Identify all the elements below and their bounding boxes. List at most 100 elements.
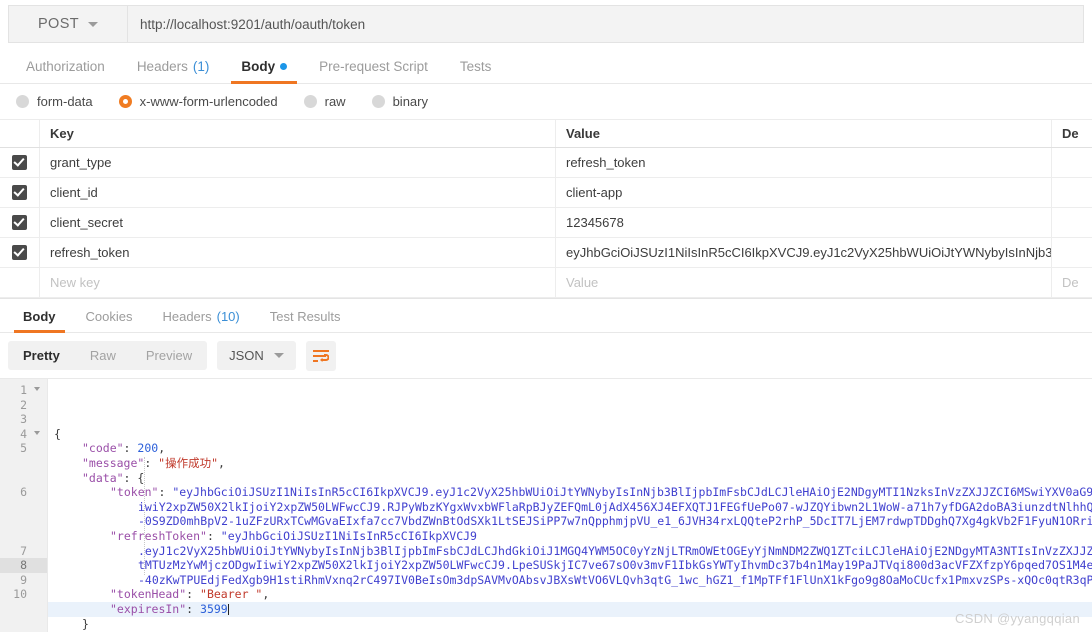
- row-checkbox[interactable]: [12, 245, 27, 260]
- row-checkbox-cell: [0, 238, 40, 267]
- response-tab-test-results[interactable]: Test Results: [255, 309, 356, 332]
- row-key-input[interactable]: grant_type: [40, 148, 556, 177]
- request-tab-pre-request-script[interactable]: Pre-request Script: [303, 59, 444, 83]
- body-type-label: x-www-form-urlencoded: [139, 94, 278, 109]
- view-mode-pretty[interactable]: Pretty: [8, 341, 75, 370]
- column-header-description[interactable]: De: [1052, 120, 1092, 147]
- row-checkbox[interactable]: [12, 155, 27, 170]
- line-number-continuation: [0, 514, 47, 529]
- chevron-down-icon: [88, 21, 99, 27]
- row-value-input[interactable]: 12345678: [556, 208, 1052, 237]
- language-label: JSON: [229, 348, 264, 363]
- row-checkbox-cell: [0, 148, 40, 177]
- row-description-input[interactable]: [1052, 238, 1092, 267]
- row-value-input[interactable]: eyJhbGciOiJSUzI1NiIsInR5cCI6IkpXVCJ9.eyJ…: [556, 238, 1052, 267]
- code-line: "tokenHead": "Bearer ",: [48, 587, 1092, 602]
- response-format-bar: Pretty Raw Preview JSON: [0, 333, 1092, 378]
- body-type-raw[interactable]: raw: [303, 94, 346, 109]
- body-type-label: raw: [324, 94, 346, 109]
- table-row: refresh_token eyJhbGciOiJSUzI1NiIsInR5cCI…: [0, 238, 1092, 268]
- code-token: "expiresIn": [110, 601, 187, 616]
- response-tab-body[interactable]: Body: [8, 309, 71, 333]
- request-tab-tests[interactable]: Tests: [444, 59, 508, 83]
- response-tab-headers[interactable]: Headers (10): [147, 309, 254, 332]
- table-new-row: New key Value De: [0, 268, 1092, 298]
- fold-arrow-icon[interactable]: [34, 430, 40, 435]
- code-line: "code": 200,: [48, 441, 1092, 456]
- radio-icon: [118, 95, 132, 108]
- new-description-input[interactable]: De: [1052, 268, 1092, 297]
- row-checkbox-cell: [0, 208, 40, 237]
- line-number: 1: [0, 383, 47, 398]
- table-row: client_secret 12345678: [0, 208, 1092, 238]
- code-token: "message": [82, 455, 145, 470]
- body-type-x-www-form-urlencoded[interactable]: x-www-form-urlencoded: [118, 94, 278, 109]
- line-number: 3: [20, 412, 27, 427]
- row-description-input[interactable]: [1052, 148, 1092, 177]
- code-line: }: [48, 617, 1092, 632]
- view-mode-preview[interactable]: Preview: [131, 341, 207, 370]
- column-header-key[interactable]: Key: [40, 120, 556, 147]
- response-tab-cookies[interactable]: Cookies: [71, 309, 148, 332]
- unsaved-dot-icon: [280, 63, 288, 70]
- code-token: ,: [262, 587, 270, 602]
- code-token: :: [123, 441, 138, 456]
- chevron-down-icon: [273, 353, 284, 358]
- row-key-input[interactable]: refresh_token: [40, 238, 556, 267]
- word-wrap-icon[interactable]: [305, 340, 336, 371]
- row-checkbox[interactable]: [12, 215, 27, 230]
- row-checkbox[interactable]: [12, 185, 27, 200]
- code-token: :: [186, 601, 201, 616]
- response-tabs: Body Cookies Headers (10) Test Results: [0, 299, 1092, 333]
- http-method-selector[interactable]: POST: [8, 5, 128, 43]
- radio-icon: [16, 95, 29, 108]
- response-body-editor[interactable]: 1 2 3 4 5 6 7 8 9 10 {"code": 200, "message": "操作成…: [0, 378, 1092, 632]
- code-token: :: [206, 528, 221, 543]
- row-description-input[interactable]: [1052, 178, 1092, 207]
- row-description-input[interactable]: [1052, 208, 1092, 237]
- fold-arrow-icon[interactable]: [34, 387, 40, 391]
- new-value-input[interactable]: Value: [556, 268, 1052, 297]
- new-key-input[interactable]: New key: [40, 268, 556, 297]
- request-tab-body[interactable]: Body: [225, 59, 303, 84]
- text-cursor: [227, 603, 229, 615]
- tab-count: (1): [192, 59, 210, 74]
- code-token: : {: [123, 470, 145, 485]
- view-mode-raw[interactable]: Raw: [75, 341, 131, 370]
- line-number: 9: [20, 572, 27, 587]
- column-header-value[interactable]: Value: [556, 120, 1052, 147]
- http-method-label: POST: [37, 16, 80, 32]
- tab-count: (10): [216, 309, 240, 324]
- code-line: "expiresIn": 3599: [48, 601, 1092, 617]
- request-tab-headers[interactable]: Headers (1): [121, 59, 226, 83]
- url-bar: POST http://localhost:9201/auth/oauth/to…: [0, 0, 1092, 43]
- body-type-form-data[interactable]: form-data: [16, 94, 93, 109]
- editor-code-area[interactable]: {"code": 200, "message": "操作成功", "data": {…: [48, 379, 1092, 632]
- radio-icon: [303, 95, 317, 108]
- row-value-input[interactable]: refresh_token: [556, 148, 1052, 177]
- row-key-input[interactable]: client_secret: [40, 208, 556, 237]
- language-dropdown[interactable]: JSON: [217, 341, 296, 370]
- line-number: 8: [0, 558, 47, 573]
- line-number: 2: [20, 397, 27, 412]
- code-token: :: [186, 587, 201, 602]
- tab-label: Cookies: [85, 309, 133, 324]
- body-type-binary[interactable]: binary: [371, 94, 428, 109]
- code-token: 200: [137, 441, 159, 456]
- line-number: 10: [13, 587, 27, 602]
- word-wrap-glyph: [312, 349, 329, 362]
- code-token: "refreshToken": [110, 528, 207, 543]
- url-input[interactable]: http://localhost:9201/auth/oauth/token: [128, 5, 1084, 43]
- code-token: ,: [218, 455, 225, 470]
- row-value-input[interactable]: client-app: [556, 178, 1052, 207]
- request-tab-authorization[interactable]: Authorization: [10, 59, 121, 83]
- postman-window: POST http://localhost:9201/auth/oauth/to…: [0, 0, 1092, 632]
- row-key-input[interactable]: client_id: [40, 178, 556, 207]
- body-type-label: binary: [392, 94, 428, 109]
- code-token: "code": [82, 441, 124, 456]
- line-number-continuation: [0, 456, 47, 471]
- view-mode-group: Pretty Raw Preview: [8, 341, 208, 370]
- tab-label: Test Results: [269, 309, 341, 324]
- tab-label: Tests: [459, 59, 492, 74]
- table-row: client_id client-app: [0, 178, 1092, 208]
